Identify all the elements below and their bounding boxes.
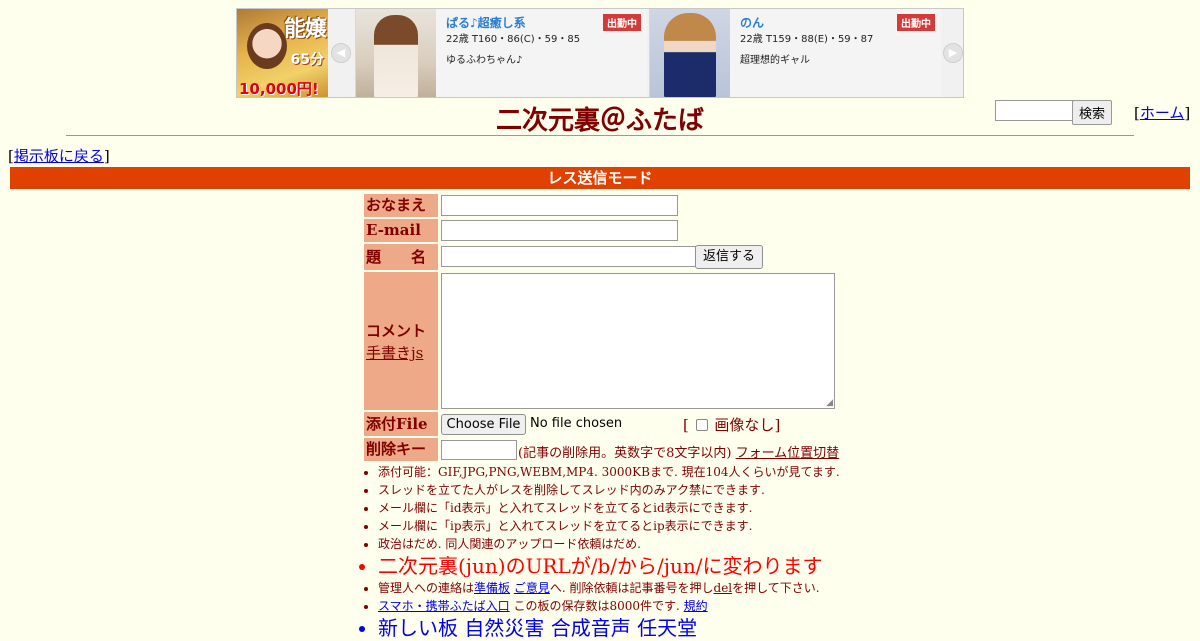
status-badge: 出勤中 <box>897 14 935 31</box>
ad-card[interactable]: のん 出勤中 22歳 T159・88(E)・59・87 超理想的ギャル <box>649 9 941 97</box>
feedback-link[interactable]: ご意見 <box>514 581 550 595</box>
submit-reply-button[interactable]: 返信する <box>695 245 763 269</box>
prep-board-link[interactable]: 準備板 <box>474 581 510 595</box>
ad-card-stats: 22歳 T160・86(C)・59・85 <box>446 34 581 45</box>
board-notes: 添付可能：GIF,JPG,PNG,WEBM,MP4. 3000KBまで. 現在1… <box>358 463 840 641</box>
ad-card-name[interactable]: ぱる♪超癒し系 <box>446 14 526 31</box>
comment-label-cell: コメント 手書きjs <box>364 272 438 410</box>
ad-card-photo <box>650 9 730 97</box>
chevron-right-icon[interactable]: ▶ <box>943 43 963 63</box>
name-label: おなまえ <box>364 194 438 217</box>
note-item: スマホ・携帯ふたば入口 この板の保存数は8000件です. 規約 <box>378 597 840 615</box>
back-nav: [掲示板に戻る] <box>8 145 110 166</box>
no-image-label[interactable]: 画像なし <box>714 416 774 434</box>
form-position-toggle-link[interactable]: フォーム位置切替 <box>736 446 840 461</box>
status-badge: 出勤中 <box>603 14 641 31</box>
ad-card[interactable]: ぱる♪超癒し系 出勤中 22歳 T160・86(C)・59・85 ゆるふわちゃん… <box>355 9 647 97</box>
note-item: スレッドを立てた人がレスを削除してスレッド内のみアク禁にできます. <box>378 481 840 499</box>
chevron-left-icon[interactable]: ◀ <box>331 43 351 63</box>
resize-grip-icon[interactable]: ◢ <box>826 399 833 408</box>
ad-card-name[interactable]: のん <box>740 14 764 31</box>
note-item: 管理人への連絡は準備板 ご意見へ. 削除依頼は記事番号を押しdelを押して下さい… <box>378 579 840 597</box>
mobile-entrance-link[interactable]: スマホ・携帯ふたば入口 <box>378 599 510 613</box>
handwriting-link[interactable]: 手書きjs <box>366 342 423 363</box>
search-form: 検索 <box>995 100 1113 125</box>
ad-logo-minutes: 65分 <box>290 52 324 68</box>
bracket-open: [ <box>683 416 689 434</box>
ad-logo-portrait <box>247 23 287 69</box>
ad-banner[interactable]: 能嬢 65分 10,000円! ◀ ぱる♪超癒し系 出勤中 22歳 T160・8… <box>236 8 964 98</box>
home-link[interactable]: ホーム <box>1140 104 1185 122</box>
note-text: 管理人への連絡は <box>378 581 475 595</box>
delete-key-label: 削除キー <box>364 438 438 461</box>
email-field[interactable] <box>441 220 678 241</box>
note-text: を押して下さい. <box>732 581 820 595</box>
back-to-board-link[interactable]: 掲示板に戻る <box>14 147 104 165</box>
comment-textarea[interactable]: ◢ <box>441 273 835 409</box>
ad-card-photo <box>356 9 436 97</box>
email-label: E-mail <box>364 219 438 242</box>
note-item: メール欄に「id表示」と入れてスレッドを立てるとid表示にできます. <box>378 499 840 517</box>
new-boards-links[interactable]: 新しい板 自然災害 合成音声 任天堂 <box>378 615 840 641</box>
subject-field[interactable] <box>441 246 696 267</box>
note-text: へ. 削除依頼は記事番号を押し <box>549 581 714 595</box>
note-item: 政治はだめ. 同人関連のアップロード依頼はだめ. <box>378 535 840 553</box>
no-image-checkbox[interactable] <box>695 419 708 431</box>
ad-logo-text: 能嬢 <box>283 17 327 42</box>
terms-link[interactable]: 規約 <box>684 599 708 613</box>
comment-label: コメント <box>366 322 427 340</box>
ad-logo[interactable]: 能嬢 65分 10,000円! <box>237 9 328 98</box>
divider <box>66 135 1134 136</box>
url-change-notice: 二次元裏(jun)のURLが/b/から/jun/に変わります <box>378 553 840 579</box>
ad-logo-price: 10,000円! <box>239 80 319 98</box>
delete-key-field[interactable] <box>441 440 517 460</box>
ad-card-desc: 超理想的ギャル <box>740 55 810 66</box>
file-label: 添付File <box>364 412 438 436</box>
note-text: この板の保存数は8000件です. <box>509 599 684 613</box>
bracket-close: ] <box>103 147 110 165</box>
name-field[interactable] <box>441 195 678 216</box>
search-input[interactable] <box>995 100 1073 121</box>
delete-key-hint: (記事の削除用。英数字で8文字以内) <box>518 446 732 461</box>
search-button[interactable]: 検索 <box>1072 100 1113 125</box>
no-image-option: [ 画像なし] <box>683 414 780 435</box>
reply-mode-banner: レス送信モード <box>10 167 1190 189</box>
del-link[interactable]: del <box>714 581 733 595</box>
note-item: メール欄に「ip表示」と入れてスレッドを立てるとip表示にできます. <box>378 517 840 535</box>
delete-key-note: (記事の削除用。英数字で8文字以内) フォーム位置切替 <box>518 442 839 461</box>
file-status: No file chosen <box>530 416 623 431</box>
bracket-close: ] <box>774 416 781 434</box>
subject-label: 題 名 <box>364 244 438 270</box>
choose-file-button[interactable]: Choose File <box>441 414 526 435</box>
ad-card-stats: 22歳 T159・88(E)・59・87 <box>740 34 874 45</box>
bracket-close: ] <box>1184 104 1191 122</box>
ad-card-desc: ゆるふわちゃん♪ <box>446 55 523 66</box>
note-item: 添付可能：GIF,JPG,PNG,WEBM,MP4. 3000KBまで. 現在1… <box>378 463 840 481</box>
home-nav: [ホーム] <box>1134 102 1190 123</box>
